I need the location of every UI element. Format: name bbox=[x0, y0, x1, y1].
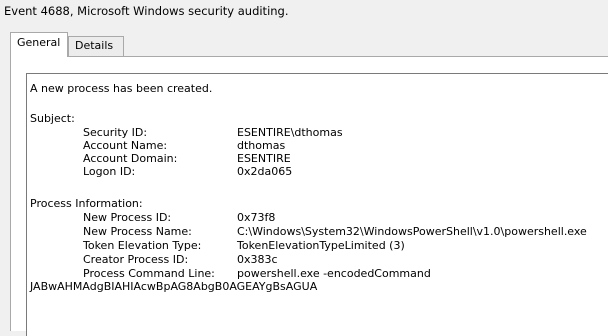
process-information-heading: Process Information: bbox=[30, 197, 143, 210]
process-command-line-value: powershell.exe -encodedCommand bbox=[237, 267, 431, 280]
new-process-id-value: 0x73f8 bbox=[237, 211, 276, 224]
account-domain-label: Account Domain: bbox=[83, 152, 178, 165]
subject-heading: Subject: bbox=[30, 112, 75, 125]
event-summary: A new process has been created. bbox=[30, 82, 213, 95]
account-name-label: Account Name: bbox=[83, 139, 168, 152]
security-id-value: ESENTIRE\dthomas bbox=[237, 126, 343, 139]
tab-general[interactable]: General bbox=[10, 32, 68, 57]
process-command-line-label: Process Command Line: bbox=[83, 267, 215, 280]
process-command-line-continuation: JABwAHMAdgBIAHIAcwBpAG8AbgB0AGEAYgBsAGUA bbox=[30, 280, 318, 293]
logon-id-label: Logon ID: bbox=[83, 165, 136, 178]
new-process-name-value: C:\Windows\System32\WindowsPowerShell\v1… bbox=[237, 225, 587, 238]
logon-id-value: 0x2da065 bbox=[237, 165, 293, 178]
creator-process-id-label: Creator Process ID: bbox=[83, 253, 189, 266]
event-description-textbox[interactable]: A new process has been created. Subject:… bbox=[26, 73, 608, 336]
token-elevation-type-label: Token Elevation Type: bbox=[83, 239, 202, 252]
account-name-value: dthomas bbox=[237, 139, 286, 152]
tab-strip: Details General bbox=[10, 32, 608, 58]
token-elevation-type-value: TokenElevationTypeLimited (3) bbox=[237, 239, 405, 252]
tab-details[interactable]: Details bbox=[68, 36, 124, 56]
new-process-name-label: New Process Name: bbox=[83, 225, 192, 238]
window-title: Event 4688, Microsoft Windows security a… bbox=[4, 4, 289, 18]
security-id-label: Security ID: bbox=[83, 126, 148, 139]
general-tab-panel: A new process has been created. Subject:… bbox=[10, 56, 608, 336]
account-domain-value: ESENTIRE bbox=[237, 152, 291, 165]
new-process-id-label: New Process ID: bbox=[83, 211, 172, 224]
creator-process-id-value: 0x383c bbox=[237, 253, 278, 266]
